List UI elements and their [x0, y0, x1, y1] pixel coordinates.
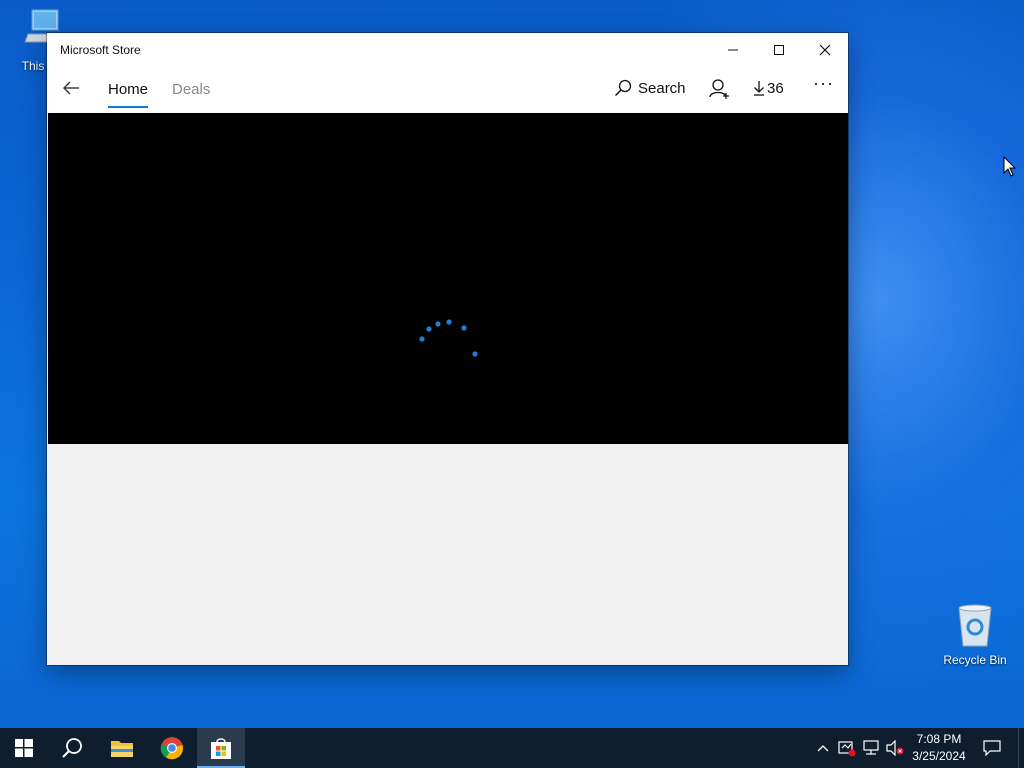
title-bar[interactable]: Microsoft Store: [47, 33, 848, 67]
network-icon: [863, 740, 879, 755]
taskbar-microsoft-store[interactable]: [197, 728, 245, 768]
action-center-button[interactable]: [979, 728, 1005, 768]
tab-home-label: Home: [108, 81, 149, 98]
maximize-button[interactable]: [756, 33, 802, 67]
microsoft-store-icon: [211, 738, 231, 759]
search-icon: [62, 738, 82, 758]
taskbar-chrome[interactable]: [148, 728, 196, 768]
taskbar-file-explorer[interactable]: [98, 728, 146, 768]
windows-logo-icon: [15, 739, 33, 757]
active-tab-underline: [108, 106, 149, 108]
volume-muted-icon: [886, 740, 904, 756]
back-button[interactable]: [59, 76, 83, 100]
minimize-button[interactable]: [710, 33, 756, 67]
shield-warning-icon: [838, 741, 856, 757]
loading-spinner-icon: [419, 319, 478, 357]
hero-banner: [48, 113, 848, 444]
tab-deals[interactable]: Deals: [172, 81, 210, 98]
minimize-icon: [728, 49, 738, 51]
notification-icon: [983, 740, 1001, 756]
tab-home[interactable]: Home: [108, 81, 149, 108]
downloads-count: 36: [767, 79, 784, 97]
taskbar-search-button[interactable]: [48, 728, 96, 768]
account-button[interactable]: [708, 78, 732, 105]
search-icon: [614, 79, 632, 97]
chrome-icon: [160, 737, 184, 760]
search-button[interactable]: Search: [614, 79, 686, 97]
taskbar: 7:08 PM 3/25/2024: [0, 728, 1024, 768]
chevron-up-icon: [817, 745, 829, 752]
downloads-button[interactable]: 36: [753, 79, 784, 97]
desktop-icon-label: Recycle Bin: [943, 653, 1007, 667]
clock-date: 3/25/2024: [912, 749, 966, 763]
close-icon: [819, 44, 831, 56]
window-title: Microsoft Store: [60, 43, 141, 57]
back-arrow-icon: [63, 81, 79, 95]
start-button[interactable]: [0, 728, 48, 768]
user-add-icon: [709, 79, 729, 99]
clock-time: 7:08 PM: [916, 732, 962, 746]
store-nav-bar: Home Deals Search 36 ···: [47, 67, 848, 113]
desktop-icon-recycle-bin[interactable]: Recycle Bin: [940, 602, 1010, 667]
mouse-pointer-icon: [1003, 156, 1017, 177]
maximize-icon: [774, 45, 784, 55]
tab-deals-label: Deals: [172, 81, 211, 98]
tray-network-button[interactable]: [860, 728, 884, 768]
show-hidden-icons-button[interactable]: [812, 728, 834, 768]
download-icon: [754, 81, 764, 96]
more-options-button[interactable]: ···: [813, 73, 834, 94]
recycle-bin-icon: [958, 604, 992, 647]
tray-security-icon-button[interactable]: [835, 728, 859, 768]
show-desktop-button[interactable]: [1018, 728, 1024, 768]
tray-volume-button[interactable]: [884, 728, 906, 768]
microsoft-store-window: Microsoft Store Home Deals Search 36 ···: [47, 33, 848, 665]
taskbar-clock[interactable]: 7:08 PM 3/25/2024: [906, 731, 972, 765]
close-button[interactable]: [802, 33, 848, 67]
file-explorer-icon: [111, 741, 133, 757]
search-label: Search: [638, 79, 686, 97]
